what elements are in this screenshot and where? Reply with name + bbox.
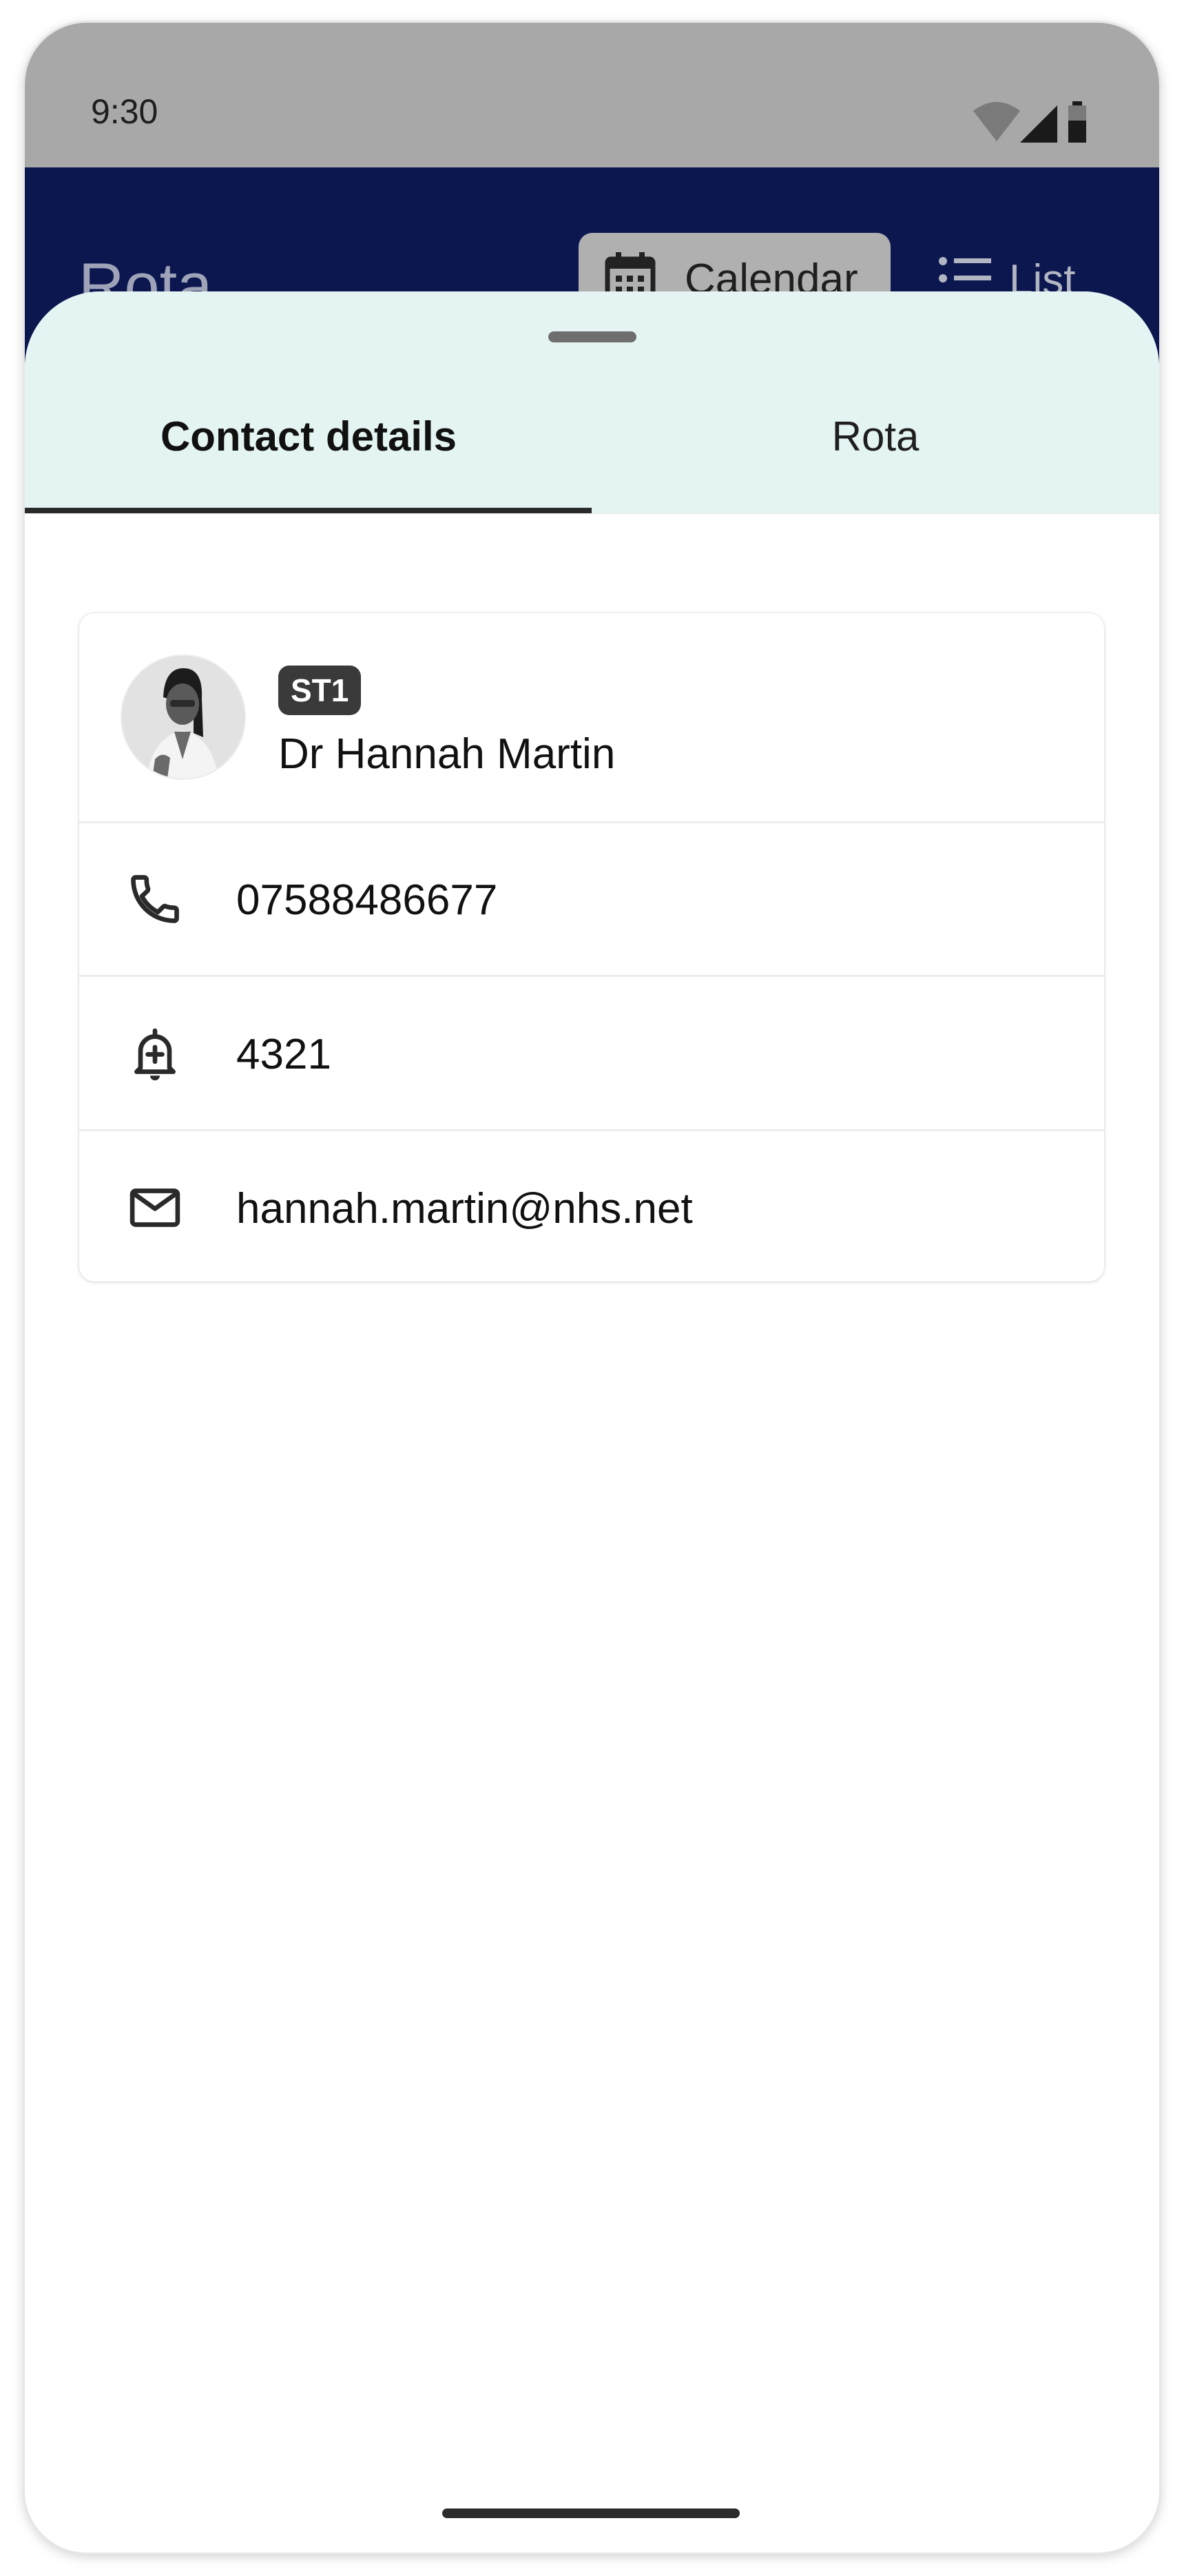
bleep-bell-icon [134,1028,176,1081]
email-icon [129,1188,180,1227]
home-indicator[interactable] [442,2508,740,2518]
tab-contact-details[interactable]: Contact details [25,413,592,460]
phone-screen: 9:30 Rota Calendar List Contact details … [25,23,1159,2553]
drag-handle[interactable] [548,331,636,342]
avatar-photo [122,656,245,779]
wifi-icon [973,102,1020,141]
battery-icon [1068,101,1086,143]
status-icons [973,101,1086,143]
doctor-name: Dr Hannah Martin [278,730,616,778]
bleep-row[interactable]: 4321 [79,976,1104,1131]
bottom-sheet: Contact details Rota ST1 Dr Hannah Marti… [25,291,1159,2553]
phone-icon [131,875,179,923]
status-bar: 9:30 [25,23,1159,167]
profile-row: ST1 Dr Hannah Martin [79,613,1104,823]
email-address: hannah.martin@nhs.net [236,1185,693,1233]
email-row[interactable]: hannah.martin@nhs.net [79,1131,1104,1281]
active-tab-indicator [25,508,592,513]
phone-number: 07588486677 [236,876,498,924]
contact-card: ST1 Dr Hannah Martin 07588486677 4321 ha… [79,613,1104,1281]
tab-divider [25,513,1159,514]
phone-row[interactable]: 07588486677 [79,822,1104,977]
tab-rota[interactable]: Rota [592,413,1159,460]
signal-icon [1020,105,1057,143]
sheet-header: Contact details Rota [25,291,1159,514]
bleep-number: 4321 [236,1031,331,1078]
avatar [122,656,245,779]
status-time: 9:30 [91,92,158,131]
grade-badge: ST1 [278,666,362,715]
